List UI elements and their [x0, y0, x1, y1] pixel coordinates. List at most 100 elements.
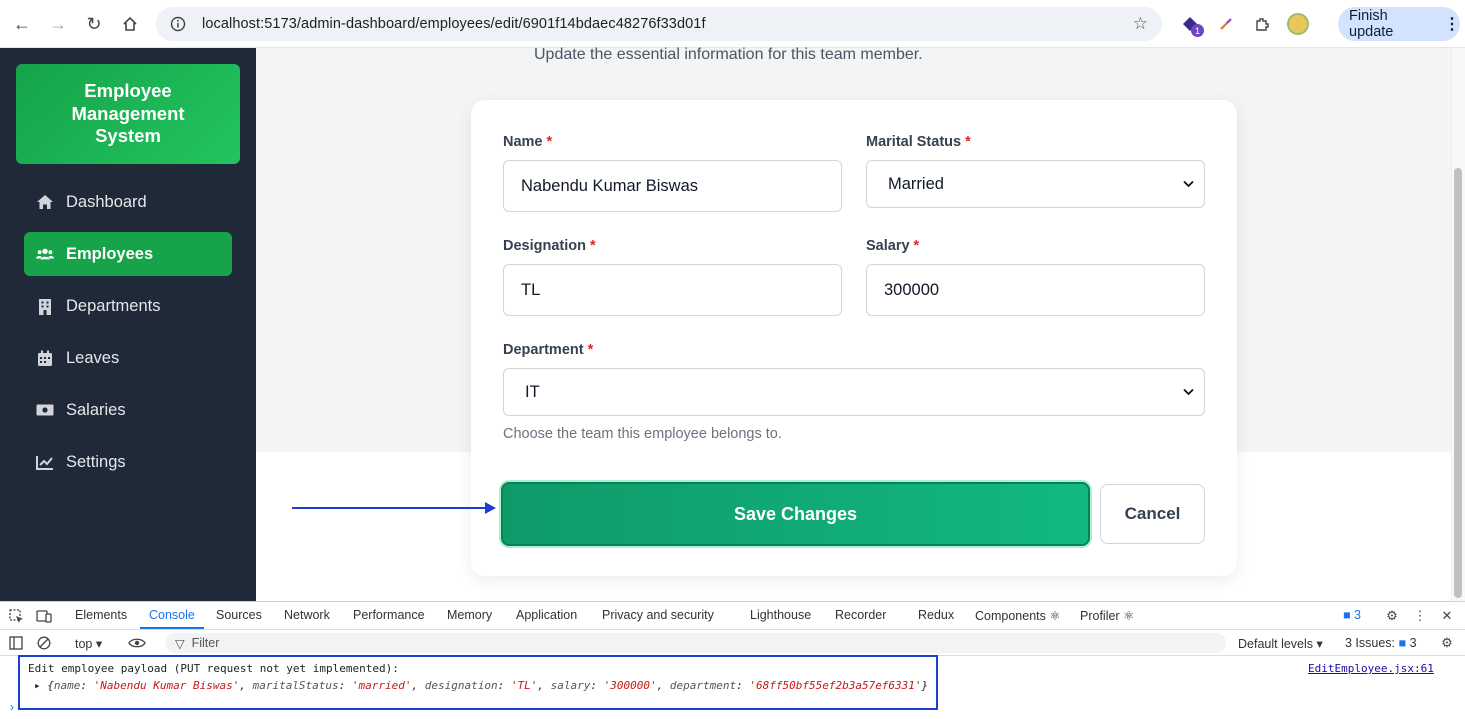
console-log-source-link[interactable]: EditEmployee.jsx:61 [1308, 662, 1434, 675]
devtools-tab-recorder[interactable]: Recorder [835, 608, 886, 622]
filter-icon: ▽ [175, 636, 185, 651]
finish-update-button[interactable]: Finish update ⋮ [1338, 7, 1460, 41]
devtools-tab-redux[interactable]: Redux [918, 608, 954, 622]
sidebar-item-label: Departments [66, 296, 161, 315]
console-prompt[interactable]: › [10, 700, 14, 714]
device-toolbar-icon[interactable] [34, 606, 54, 626]
console-settings-icon[interactable]: ⚙ [1437, 633, 1457, 653]
app-brand: Employee Management System [16, 64, 240, 164]
salary-label-text: Salary [866, 238, 910, 254]
devtools-tabbar: Elements Console Sources Network Perform… [0, 602, 1465, 630]
bookmark-star-icon[interactable]: ☆ [1133, 14, 1148, 34]
devtools-tab-privacy[interactable]: Privacy and security [602, 608, 714, 622]
sidebar-item-label: Settings [66, 452, 126, 471]
forward-icon[interactable]: → [40, 6, 76, 42]
issues-label: 3 Issues: [1345, 636, 1396, 650]
chevron-down-icon [1183, 385, 1194, 399]
console-log-message: Edit employee payload (PUT request not y… [28, 662, 399, 675]
money-icon [36, 401, 54, 419]
browser-toolbar: ← → ↻ localhost:5173/admin-dashboard/emp… [0, 0, 1465, 48]
settings-gear-icon[interactable]: ⚙ [1382, 606, 1402, 626]
log-designation: 'TL' [510, 679, 538, 692]
devtools-tab-console[interactable]: Console [149, 608, 195, 622]
sidebar-item-departments[interactable]: Departments [24, 284, 232, 328]
designation-label-text: Designation [503, 238, 586, 254]
log-name: 'Nabendu Kumar Biswas' [93, 679, 240, 692]
active-tab-indicator [140, 627, 204, 629]
devtools-tab-components[interactable]: Components ⚛ [975, 608, 1061, 623]
devtools-tab-sources[interactable]: Sources [216, 608, 262, 622]
sidebar-item-label: Dashboard [66, 192, 147, 211]
extension-icon[interactable]: 1 [1172, 6, 1208, 42]
context-selector[interactable]: top ▾ [75, 636, 102, 651]
profile-avatar[interactable] [1287, 13, 1309, 35]
cancel-button[interactable]: Cancel [1100, 484, 1205, 544]
name-label: Name * [503, 134, 552, 150]
filter-placeholder: Filter [191, 636, 220, 650]
department-helper-text: Choose the team this employee belongs to… [503, 426, 782, 442]
sidebar-item-dashboard[interactable]: Dashboard [24, 180, 232, 224]
devtools-tab-lighthouse[interactable]: Lighthouse [750, 608, 811, 622]
devtools-tab-performance[interactable]: Performance [353, 608, 425, 622]
salary-input-value: 300000 [884, 280, 940, 299]
marital-status-label-text: Marital Status [866, 134, 962, 150]
sidebar-toggle-icon[interactable] [6, 633, 26, 653]
required-mark: * [589, 238, 596, 254]
department-label: Department * [503, 342, 593, 358]
console-toolbar: top ▾ ▽ Filter Default levels ▾ 3 Issues… [0, 630, 1465, 656]
back-icon[interactable]: ← [4, 6, 40, 42]
eyedropper-icon[interactable] [1208, 6, 1244, 42]
messages-count[interactable]: ■ 3 [1343, 608, 1361, 622]
address-bar[interactable]: localhost:5173/admin-dashboard/employees… [156, 7, 1162, 41]
sidebar-item-leaves[interactable]: Leaves [24, 336, 232, 380]
salary-label: Salary * [866, 238, 919, 254]
eye-icon[interactable] [127, 633, 147, 653]
console-filter-input[interactable]: ▽ Filter [165, 633, 1226, 653]
console-log-object[interactable]: ▸ {name: 'Nabendu Kumar Biswas', marital… [34, 679, 928, 692]
devtools-tab-application[interactable]: Application [516, 608, 577, 622]
home-icon[interactable] [112, 6, 148, 42]
required-mark: * [965, 134, 971, 150]
sidebar-item-label: Employees [66, 244, 154, 263]
close-devtools-icon[interactable]: ✕ [1437, 606, 1457, 626]
issues-count: 3 [1409, 636, 1417, 650]
log-levels-dropdown[interactable]: Default levels ▾ [1238, 636, 1323, 651]
calendar-icon [36, 349, 54, 367]
devtools-tab-profiler[interactable]: Profiler ⚛ [1080, 608, 1134, 623]
salary-input[interactable]: 300000 [866, 264, 1205, 316]
sidebar-menu: Dashboard Employees Departments Leaves S… [24, 180, 232, 492]
devtools-tab-elements[interactable]: Elements [75, 608, 127, 622]
sidebar-item-label: Leaves [66, 348, 120, 367]
sidebar-item-settings[interactable]: Settings [24, 440, 232, 484]
url-text[interactable]: localhost:5173/admin-dashboard/employees… [202, 16, 706, 32]
name-input-value: Nabendu Kumar Biswas [521, 176, 699, 195]
sidebar-item-salaries[interactable]: Salaries [24, 388, 232, 432]
log-salary: '300000' [603, 679, 657, 692]
department-label-text: Department [503, 342, 584, 358]
extension-badge: 1 [1191, 24, 1204, 37]
inspect-element-icon[interactable] [6, 606, 26, 626]
clear-console-icon[interactable] [34, 633, 54, 653]
marital-status-select[interactable]: Married [866, 160, 1205, 208]
log-marital-status: 'married' [351, 679, 412, 692]
issues-counter[interactable]: 3 Issues: ■ 3 [1345, 636, 1417, 650]
save-changes-button[interactable]: Save Changes [501, 482, 1090, 546]
name-input[interactable]: Nabendu Kumar Biswas [503, 160, 842, 212]
devtools-tab-network[interactable]: Network [284, 608, 330, 622]
extensions-area: 1 [1172, 6, 1316, 42]
reload-icon[interactable]: ↻ [76, 6, 112, 42]
site-info-icon[interactable] [168, 14, 188, 34]
department-select[interactable]: IT [503, 368, 1205, 416]
devtools-tab-memory[interactable]: Memory [447, 608, 492, 622]
chart-line-icon [36, 453, 54, 471]
chevron-down-icon [1183, 177, 1194, 191]
marital-status-label: Marital Status * [866, 134, 971, 150]
more-options-icon[interactable]: ⋮ [1410, 606, 1430, 626]
sidebar-item-employees[interactable]: Employees [24, 232, 232, 276]
extensions-puzzle-icon[interactable] [1244, 6, 1280, 42]
page-scrollbar-thumb[interactable] [1454, 168, 1462, 598]
designation-input[interactable]: TL [503, 264, 842, 316]
context-value: top [75, 637, 93, 651]
users-icon [36, 245, 54, 263]
home-icon [36, 193, 54, 211]
